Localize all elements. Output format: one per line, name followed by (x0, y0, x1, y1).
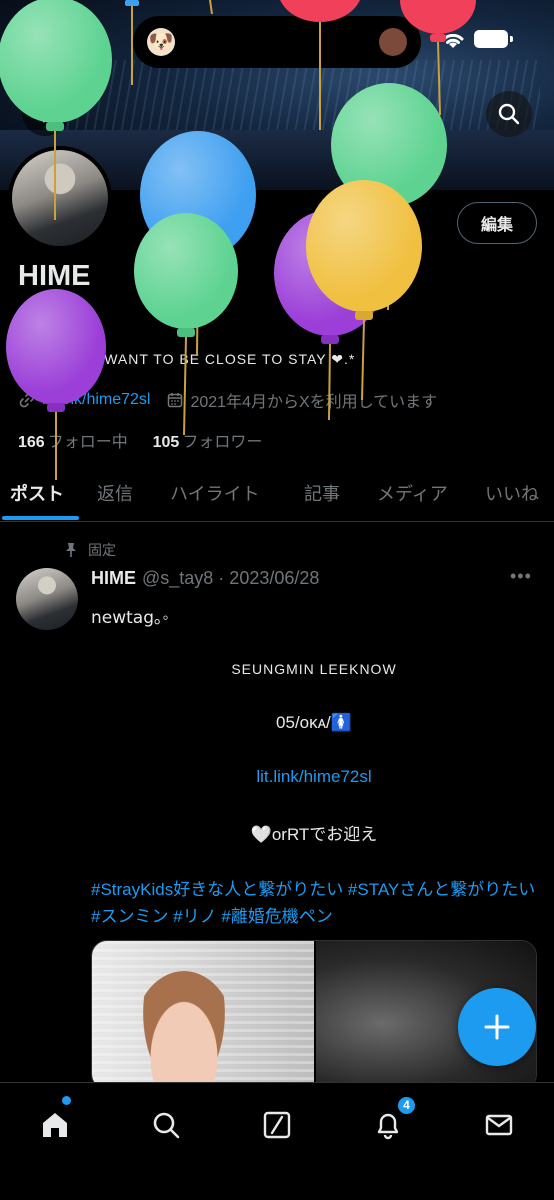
tab-highlights[interactable]: ハイライト (170, 480, 260, 506)
home-icon (43, 1113, 67, 1137)
back-arrow-icon (34, 103, 55, 123)
post-author-name[interactable]: HIME (91, 568, 136, 588)
tab-media[interactable]: メディア (377, 480, 448, 506)
tab-replies[interactable]: 返信 (97, 480, 133, 506)
dynamic-island: 🐶 (133, 16, 421, 68)
profile-display-name: HIME (18, 260, 91, 292)
post-link[interactable]: lit.link/hime72sl (91, 767, 537, 787)
notifications-badge: 4 (396, 1095, 417, 1116)
post-age-line: 05/ᴏᴋᴀ/🚺 (276, 713, 352, 732)
banner-sign: ONCE (355, 112, 439, 142)
profile-handle: @s_tay8 (18, 303, 86, 322)
mail-icon (485, 1114, 513, 1136)
post-tag-line: 𝗇𝖾𝗐𝗍𝖺𝗀｡◦ (91, 608, 169, 627)
dog-avatar-icon: 🐶 (147, 28, 175, 56)
profile-search-button[interactable] (486, 91, 532, 137)
tab-likes[interactable]: いいね (485, 480, 539, 506)
profile-bio: +81 / 05 / I WANT TO BE CLOSE TO STAY ❤︎… (18, 349, 355, 369)
profile-join-date: 2021年4月からXを利用しています (190, 394, 438, 411)
home-badge-dot (62, 1096, 71, 1105)
pin-icon (66, 543, 76, 557)
following-count: 166 (18, 434, 45, 451)
bottom-navigation: 4 (0, 1082, 554, 1200)
plus-icon (484, 1014, 510, 1040)
profile-tabs: ポスト 返信 ハイライト 記事 メディア いいね (0, 468, 554, 522)
active-tab-indicator (2, 516, 79, 520)
follow-stats: 166 フォロー中 105 フォロワー (18, 428, 262, 452)
post-header: HIME @s_tay8 · 2023/06/28 (91, 568, 319, 589)
post-hashtags[interactable]: #StrayKids好きな人と繋がりたい #STAYさんと繋がりたい #スンミン… (91, 876, 537, 930)
search-icon (498, 103, 520, 125)
compose-button[interactable] (458, 988, 536, 1066)
link-icon (19, 392, 35, 408)
profile-meta: lit.link/hime72sl 2021年4月からXを利用しています (18, 388, 437, 412)
post-more-icon[interactable]: ••• (510, 566, 532, 587)
wifi-icon (442, 33, 464, 48)
search-icon (153, 1112, 180, 1139)
back-button[interactable] (22, 90, 68, 136)
nav-explore[interactable] (144, 1103, 188, 1147)
bell-icon (377, 1113, 399, 1140)
followers-label: フォロワー (182, 434, 263, 451)
profile-link[interactable]: lit.link/hime72sl (42, 391, 150, 409)
post-rt-line: 🤍orRTでお迎え (250, 825, 378, 844)
profile-avatar[interactable] (8, 146, 112, 250)
nav-home[interactable] (33, 1103, 77, 1147)
post-members-line: SEUNGMIN LEEKNOW (231, 661, 397, 677)
edit-profile-button[interactable]: 編集 (457, 202, 537, 244)
nav-messages[interactable] (477, 1103, 521, 1147)
tab-posts[interactable]: ポスト (10, 480, 64, 506)
battery-icon (474, 30, 513, 48)
media-photo-portrait[interactable] (92, 941, 314, 1089)
calendar-icon (168, 393, 183, 408)
tab-articles[interactable]: 記事 (304, 480, 340, 506)
bio-text: / I WANT TO BE CLOSE TO STAY ❤︎.* (84, 351, 356, 367)
grok-icon (263, 1111, 291, 1139)
bio-prefix: +81 / 05 (18, 349, 80, 368)
following-label: フォロー中 (47, 434, 128, 451)
post-avatar[interactable] (16, 568, 78, 630)
island-user-avatar (379, 28, 407, 56)
profile-photo (12, 150, 108, 246)
nav-grok[interactable] (255, 1103, 299, 1147)
post-handle-date: @s_tay8 · 2023/06/28 (142, 568, 320, 588)
followers-link[interactable]: 105 フォロワー (153, 434, 263, 451)
followers-count: 105 (152, 434, 180, 451)
status-time: 0:04 (50, 28, 95, 53)
following-link[interactable]: 166 フォロー中 (18, 434, 128, 451)
pinned-label: 固定 (64, 540, 116, 560)
